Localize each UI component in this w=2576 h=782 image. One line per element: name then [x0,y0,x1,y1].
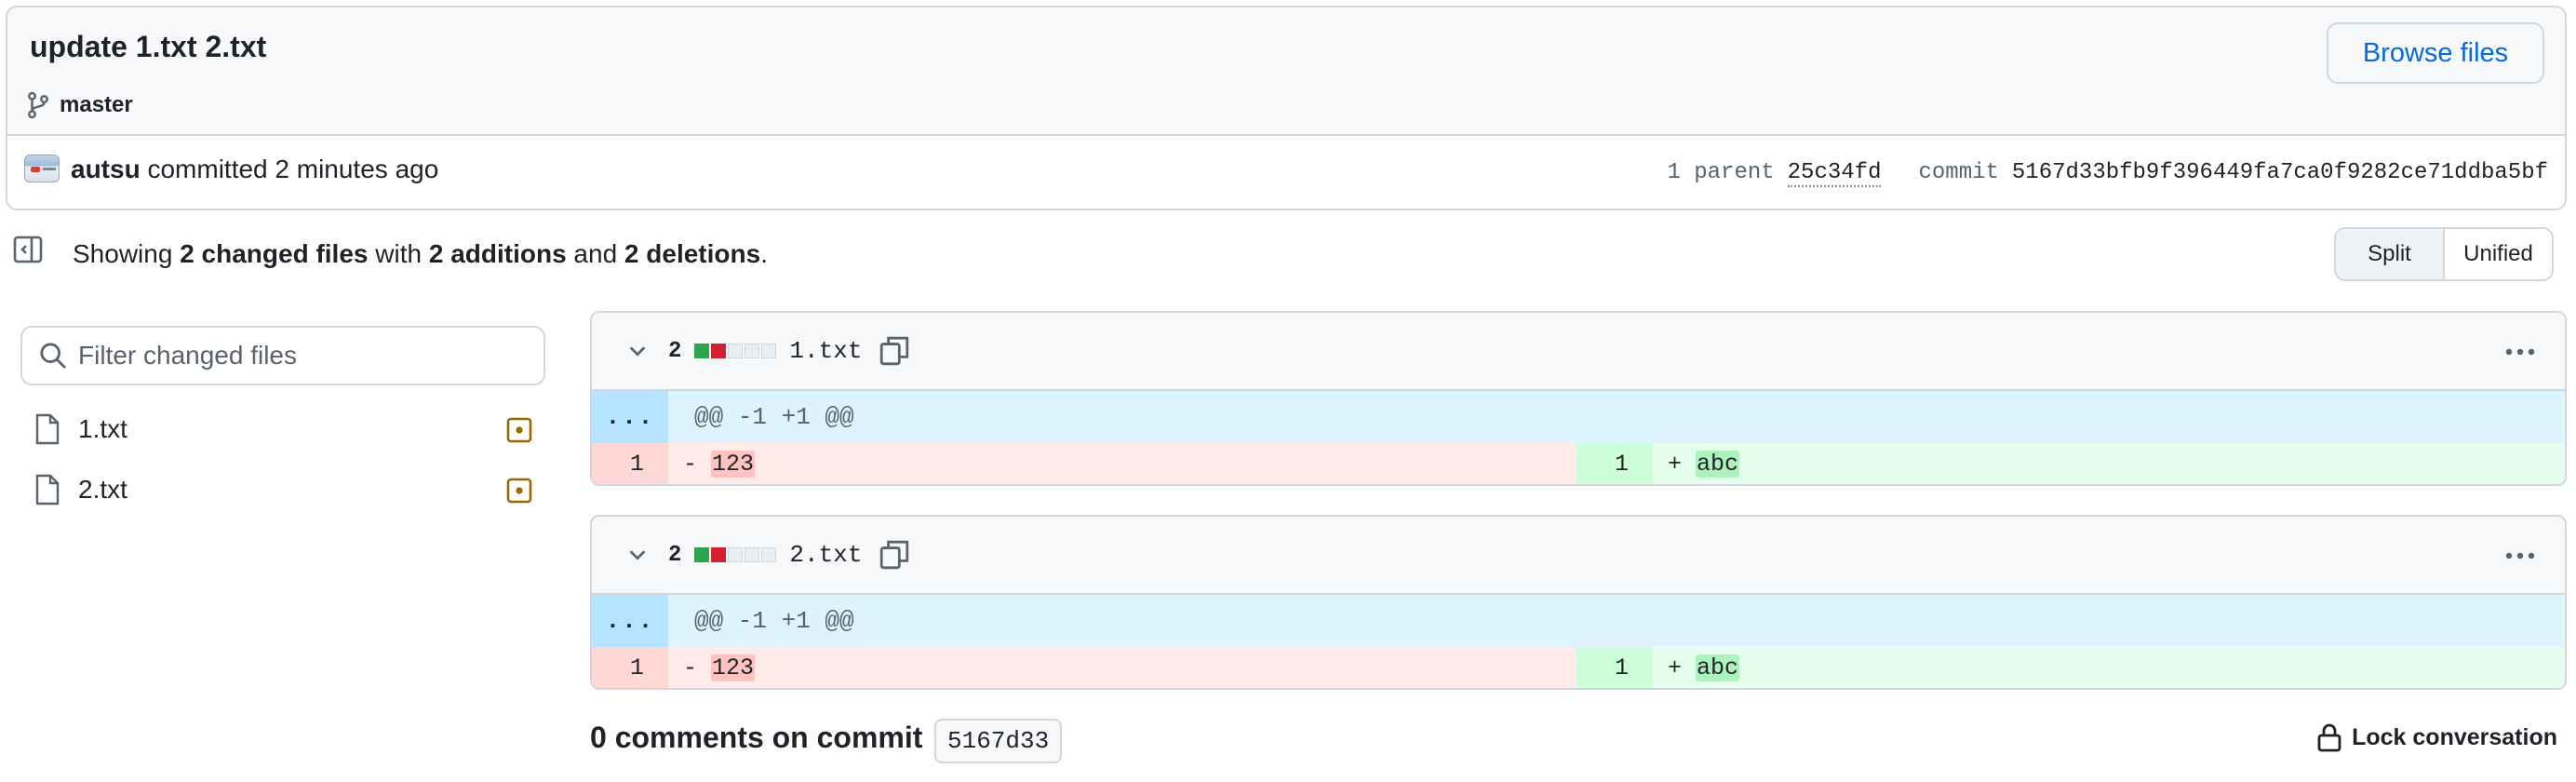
diff-file-header: 2 1.txt [592,313,2565,391]
chevron-down-icon[interactable] [627,341,648,361]
line-number[interactable]: 1 [592,443,668,484]
file-modified-icon [506,478,532,504]
author-line: autsu committed 2 minutes ago [71,155,438,184]
addition-sign: + [1668,654,1683,681]
diffstat-blocks [694,344,777,358]
copy-icon[interactable] [879,335,910,367]
diff-line: 1 -123 1 + abc [592,443,2565,484]
summary-changed-files: 2 changed files [180,239,369,268]
parent-sha-link[interactable]: 25c34fd [1787,160,1882,187]
deletion-sign: - [683,450,698,478]
file-tree-item-1[interactable]: 1.txt [20,402,545,456]
diff-panel-1: 2 1.txt ... @@ -1 +1 @@ 1 -123 1 + abc [590,311,2567,486]
commit-sha: 5167d33bfb9f396449fa7ca0f9282ce71ddba5bf [2011,160,2548,185]
author-name[interactable]: autsu [71,155,141,183]
deleted-line: 1 -123 [592,647,1576,688]
file-icon [35,474,60,506]
commit-header-top: update 1.txt 2.txt master Browse files [7,7,2565,136]
sidebar-toggle-icon[interactable] [13,235,43,264]
added-line: 1 + abc [1576,443,2565,484]
lock-conversation-button[interactable]: Lock conversation [2316,722,2557,752]
summary-mid1: with [368,239,429,268]
summary-suffix: . [760,239,768,268]
deleted-text: 123 [711,654,756,681]
expand-hunk-button[interactable]: ... [592,391,668,443]
deleted-text: 123 [711,450,756,478]
added-text: abc [1696,654,1740,681]
commit-sha-badge: 5167d33 [934,719,1063,763]
commit-title: update 1.txt 2.txt [30,30,267,63]
kebab-icon[interactable] [2503,543,2537,569]
summary-deletions: 2 deletions [624,239,761,268]
file-tree-item-label: 1.txt [78,414,127,443]
file-tree-item-label: 2.txt [78,475,127,504]
hunk-header: ... @@ -1 +1 @@ [592,595,2565,647]
diff-file-name[interactable]: 1.txt [789,337,862,365]
deletion-sign: - [683,654,698,681]
diff-line: 1 -123 1 + abc [592,647,2565,688]
diffstat-blocks [694,547,777,562]
line-number[interactable]: 1 [1576,647,1653,688]
comments-heading: 0 comments on commit [590,721,923,754]
deleted-code: -123 [683,450,756,478]
avatar[interactable] [24,155,60,182]
hunk-range: @@ -1 +1 @@ [694,403,854,431]
browse-files-button[interactable]: Browse files [2327,22,2544,84]
diff-view-toggle: Split Unified [2334,227,2554,281]
addition-sign: + [1668,450,1683,478]
file-icon [35,413,60,445]
commit-meta: 1 parent 25c34fd commit 5167d33bfb9f3964… [1667,160,2548,187]
diff-file-name[interactable]: 2.txt [789,541,862,569]
search-icon [40,343,66,369]
added-code: + abc [1668,654,1740,681]
summary-prefix: Showing [73,239,181,268]
added-code: + abc [1668,450,1740,478]
diff-summary: Showing 2 changed files with 2 additions… [73,239,768,269]
filter-files-field [20,326,545,385]
commit-author-row: autsu committed 2 minutes ago 1 parent 2… [7,136,2565,209]
hunk-header: ... @@ -1 +1 @@ [592,391,2565,443]
commit-action-text: committed 2 minutes ago [140,155,439,183]
split-view-button[interactable]: Split [2336,229,2445,279]
added-line: 1 + abc [1576,647,2565,688]
kebab-icon[interactable] [2503,339,2537,365]
chevron-down-icon[interactable] [627,545,648,565]
file-tree-item-2[interactable]: 2.txt [20,463,545,517]
line-number[interactable]: 1 [592,647,668,688]
parent-label: 1 parent [1667,160,1775,185]
expand-hunk-button[interactable]: ... [592,595,668,647]
commit-header: update 1.txt 2.txt master Browse files a… [6,6,2567,210]
commit-label: commit [1918,160,1999,185]
diff-panel-2: 2 2.txt ... @@ -1 +1 @@ 1 -123 1 + abc [590,515,2567,690]
branch-name[interactable]: master [60,92,133,118]
unified-view-button[interactable]: Unified [2445,229,2552,279]
summary-mid2: and [566,239,624,268]
lock-icon [2317,723,2341,752]
line-number[interactable]: 1 [1576,443,1653,484]
diff-file-header: 2 2.txt [592,517,2565,595]
added-text: abc [1696,450,1740,478]
summary-additions: 2 additions [428,239,567,268]
diff-change-count: 2 [668,338,682,364]
hunk-range: @@ -1 +1 @@ [694,607,854,635]
deleted-line: 1 -123 [592,443,1576,484]
deleted-code: -123 [683,654,756,681]
git-branch-icon [28,91,48,119]
copy-icon[interactable] [879,539,910,571]
branch-indicator[interactable]: master [26,91,133,119]
diff-change-count: 2 [668,542,682,568]
lock-conversation-label: Lock conversation [2352,723,2557,750]
file-modified-icon [506,417,532,443]
filter-files-input[interactable] [78,341,525,371]
